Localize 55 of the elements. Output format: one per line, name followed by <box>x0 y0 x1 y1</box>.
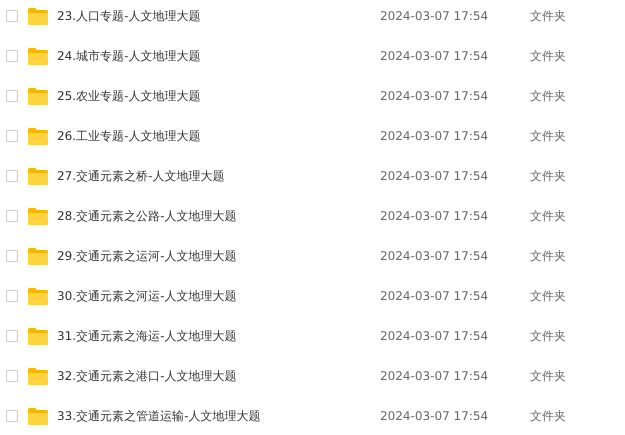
modified-date: 2024-03-07 17:54 <box>380 89 490 103</box>
checkbox[interactable] <box>6 50 18 62</box>
file-type: 文件夹 <box>530 208 566 224</box>
folder-name[interactable]: 29.交通元素之运河-人文地理大题 <box>57 248 380 264</box>
folder-icon <box>28 328 48 344</box>
folder-name[interactable]: 23.人口专题-人文地理大题 <box>57 8 380 24</box>
folder-name[interactable]: 24.城市专题-人文地理大题 <box>57 48 380 64</box>
folder-icon <box>28 128 48 144</box>
file-type: 文件夹 <box>530 168 566 184</box>
file-type: 文件夹 <box>530 248 566 264</box>
file-type: 文件夹 <box>530 408 566 424</box>
checkbox[interactable] <box>6 290 18 302</box>
file-type: 文件夹 <box>530 368 566 384</box>
modified-date: 2024-03-07 17:54 <box>380 289 490 303</box>
modified-date: 2024-03-07 17:54 <box>380 129 490 143</box>
folder-name[interactable]: 32.交通元素之港口-人文地理大题 <box>57 368 380 384</box>
folder-icon <box>28 48 48 64</box>
modified-date: 2024-03-07 17:54 <box>380 249 490 263</box>
folder-icon <box>28 408 48 424</box>
checkbox[interactable] <box>6 330 18 342</box>
modified-date: 2024-03-07 17:54 <box>380 9 490 23</box>
checkbox[interactable] <box>6 250 18 262</box>
folder-icon <box>28 208 48 224</box>
folder-name[interactable]: 27.交通元素之桥-人文地理大题 <box>57 168 380 184</box>
file-type: 文件夹 <box>530 288 566 304</box>
modified-date: 2024-03-07 17:54 <box>380 169 490 183</box>
folder-name[interactable]: 30.交通元素之河运-人文地理大题 <box>57 288 380 304</box>
folder-icon <box>28 368 48 384</box>
modified-date: 2024-03-07 17:54 <box>380 369 490 383</box>
checkbox[interactable] <box>6 210 18 222</box>
checkbox[interactable] <box>6 90 18 102</box>
modified-date: 2024-03-07 17:54 <box>380 49 490 63</box>
folder-icon <box>28 168 48 184</box>
folder-name[interactable]: 26.工业专题-人文地理大题 <box>57 128 380 144</box>
folder-name[interactable]: 33.交通元素之管道运输-人文地理大题 <box>57 408 380 424</box>
file-type: 文件夹 <box>530 128 566 144</box>
checkbox[interactable] <box>6 410 18 422</box>
folder-icon <box>28 8 48 24</box>
folder-name[interactable]: 31.交通元素之海运-人文地理大题 <box>57 328 380 344</box>
file-type: 文件夹 <box>530 88 566 104</box>
folder-icon <box>28 88 48 104</box>
checkbox[interactable] <box>6 170 18 182</box>
folder-name[interactable]: 28.交通元素之公路-人文地理大题 <box>57 208 380 224</box>
modified-date: 2024-03-07 17:54 <box>380 209 490 223</box>
checkbox[interactable] <box>6 10 18 22</box>
folder-name[interactable]: 25.农业专题-人文地理大题 <box>57 88 380 104</box>
file-type: 文件夹 <box>530 48 566 64</box>
modified-date: 2024-03-07 17:54 <box>380 409 490 423</box>
file-type: 文件夹 <box>530 8 566 24</box>
folder-icon <box>28 288 48 304</box>
modified-date: 2024-03-07 17:54 <box>380 329 490 343</box>
checkbox[interactable] <box>6 370 18 382</box>
folder-icon <box>28 248 48 264</box>
file-type: 文件夹 <box>530 328 566 344</box>
checkbox[interactable] <box>6 130 18 142</box>
